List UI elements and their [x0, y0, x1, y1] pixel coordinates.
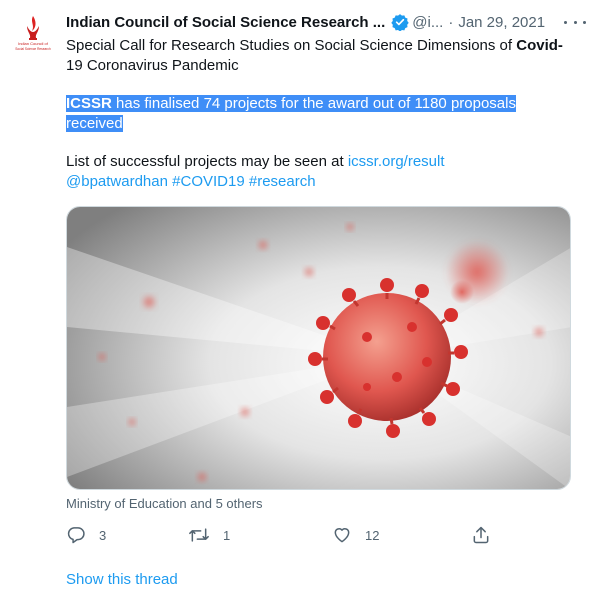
- tweet-text: Special Call for Research Studies on Soc…: [66, 36, 576, 190]
- media-caption[interactable]: Ministry of Education and 5 others: [66, 496, 263, 511]
- separator-dot: ·: [448, 13, 454, 31]
- retweet-count: 1: [223, 527, 231, 543]
- more-options-icon[interactable]: [564, 14, 586, 30]
- like-button[interactable]: 12: [332, 524, 379, 546]
- hashtag-research[interactable]: #research: [249, 173, 316, 190]
- reply-count: 3: [99, 527, 107, 543]
- tweet-media-image[interactable]: [66, 206, 571, 490]
- verified-badge-icon: [391, 13, 409, 32]
- retweet-button[interactable]: 1: [188, 524, 230, 546]
- tweet-line-highlight: ICSSR has finalised 74 projects for the …: [66, 94, 576, 134]
- intro-text: Special Call for Research Studies on Soc…: [66, 37, 517, 54]
- author-name[interactable]: Indian Council of Social Science Researc…: [66, 14, 385, 31]
- retweet-icon: [188, 525, 210, 545]
- share-icon: [471, 525, 491, 545]
- like-icon: [332, 525, 352, 545]
- tweet-header: Indian Council of Social Science Researc…: [66, 11, 570, 33]
- author-handle[interactable]: @i...: [412, 14, 443, 31]
- highlighted-text: ICSSR has finalised 74 projects for the …: [66, 95, 516, 132]
- tweet-date[interactable]: Jan 29, 2021: [458, 14, 545, 31]
- coronavirus-illustration: [67, 207, 570, 489]
- like-count: 12: [365, 527, 380, 543]
- hashtag-covid19[interactable]: #COVID19: [172, 173, 245, 190]
- intro-text-end: 19 Coronavirus Pandemic: [66, 57, 239, 74]
- reply-icon: [66, 525, 86, 545]
- tweet-line-links: List of successful projects may be seen …: [66, 152, 576, 192]
- show-thread-link[interactable]: Show this thread: [66, 571, 178, 588]
- result-link[interactable]: icssr.org/result: [348, 153, 445, 170]
- tweet[interactable]: Indian Council of Social Science Researc…: [0, 0, 600, 596]
- tweet-actions: 3 1 12: [66, 524, 496, 546]
- share-button[interactable]: [471, 524, 491, 546]
- more-dot: [573, 20, 577, 24]
- highlight-bold: ICSSR: [66, 95, 112, 112]
- avatar[interactable]: Indian Council of Social Science Researc…: [8, 10, 58, 60]
- tweet-line-intro: Special Call for Research Studies on Soc…: [66, 36, 576, 76]
- highlight-rest: has finalised 74 projects for the award …: [66, 95, 516, 132]
- intro-bold: Covid-: [516, 37, 563, 54]
- more-dot: [583, 20, 586, 24]
- svg-text:Social Science Research: Social Science Research: [15, 47, 51, 51]
- reply-button[interactable]: 3: [66, 524, 106, 546]
- svg-text:Indian Council of: Indian Council of: [18, 41, 49, 46]
- list-text: List of successful projects may be seen …: [66, 153, 348, 170]
- mention-link[interactable]: @bpatwardhan: [66, 173, 168, 190]
- more-dot: [564, 20, 567, 24]
